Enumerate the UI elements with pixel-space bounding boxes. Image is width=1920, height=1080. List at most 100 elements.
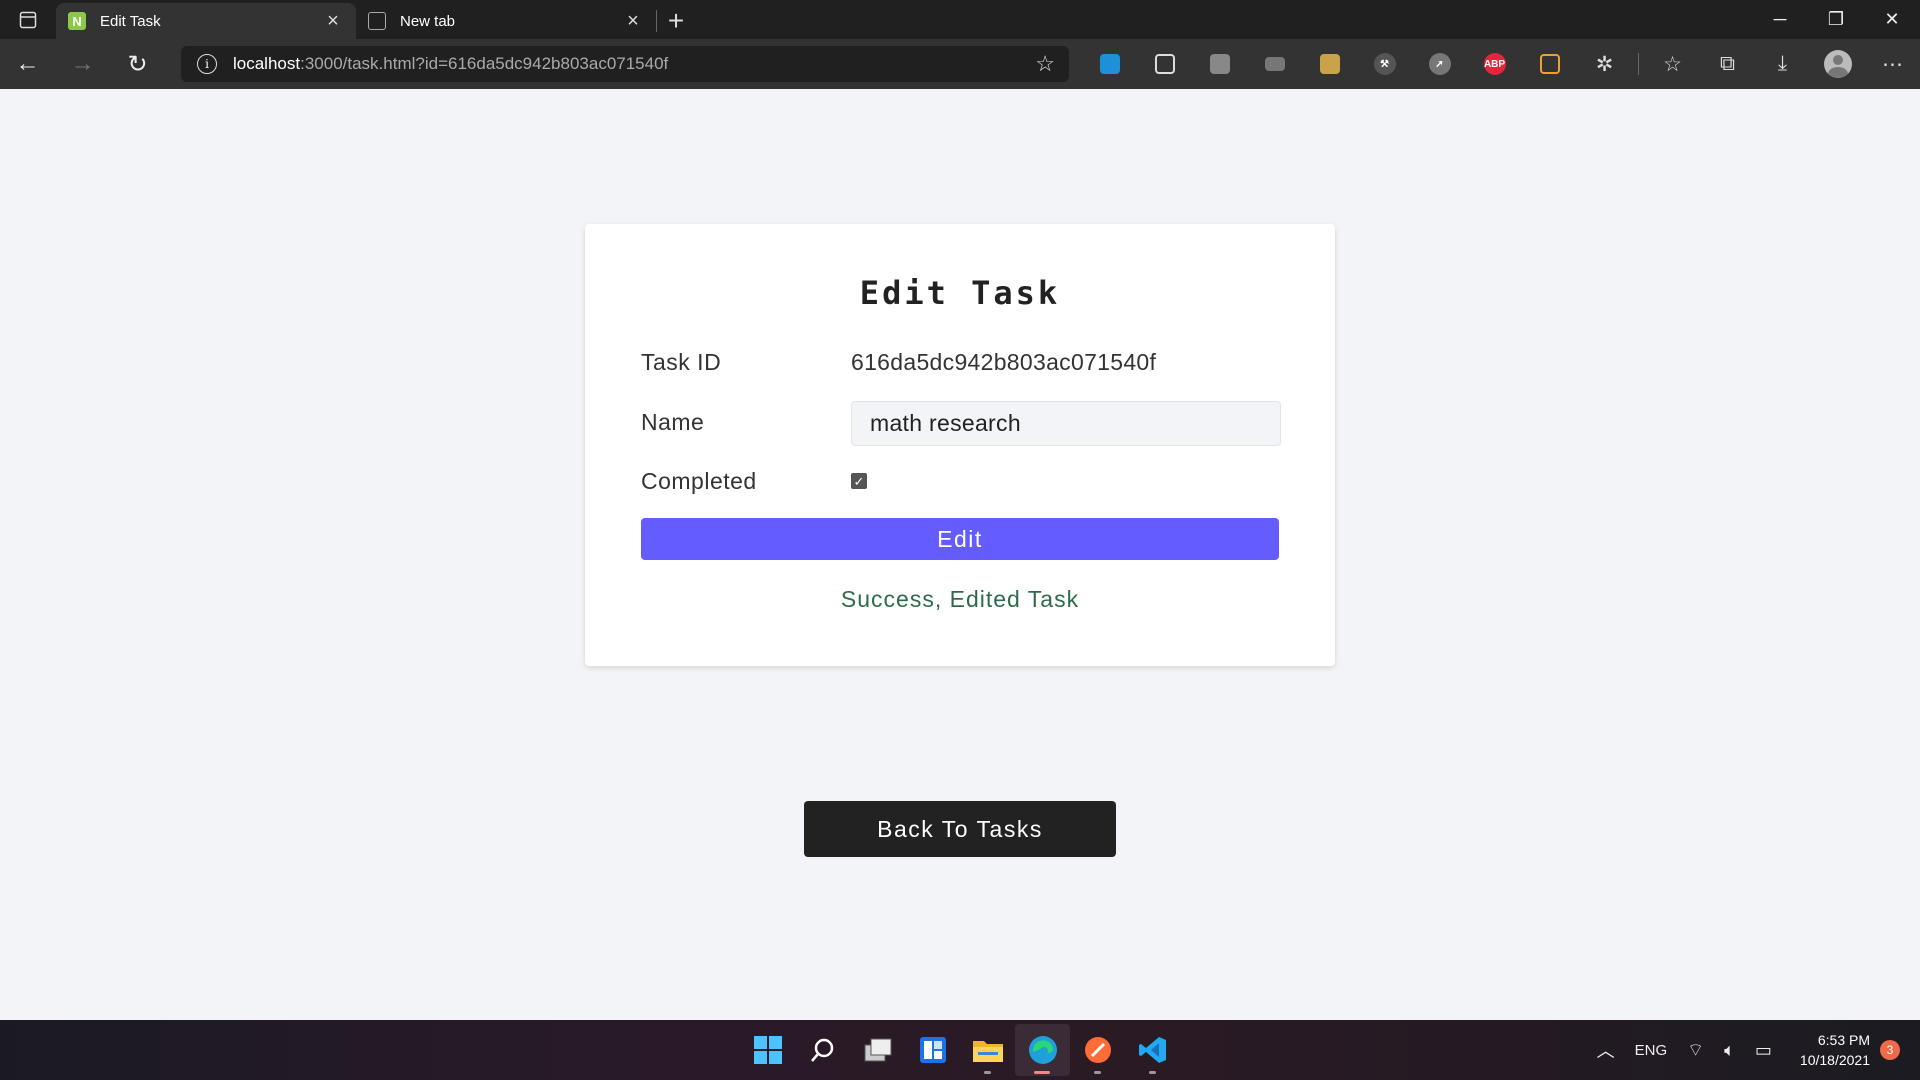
screenshot-icon xyxy=(1539,54,1560,74)
check-icon: ✓ xyxy=(853,473,865,489)
avatar xyxy=(1823,50,1852,78)
volume-icon[interactable]: 🔈︎ xyxy=(1724,1040,1735,1061)
edge-button[interactable] xyxy=(1015,1024,1070,1076)
restore-icon: ❐ xyxy=(1827,9,1845,29)
url-host: localhost xyxy=(233,54,301,73)
file-explorer-icon xyxy=(972,1041,1003,1062)
search-icon xyxy=(810,1038,833,1062)
docs-icon xyxy=(1209,54,1230,74)
adblock-icon: ABP xyxy=(1483,53,1506,75)
extension-compass-button[interactable]: ➚ xyxy=(1412,39,1467,89)
favorites-button[interactable]: ☆ xyxy=(1645,39,1700,89)
vscode-button[interactable] xyxy=(1125,1024,1180,1076)
edit-task-card: Edit Task Task ID 616da5dc942b803ac07154… xyxy=(585,224,1335,666)
clock-time: 6:53 PM xyxy=(1817,1032,1870,1048)
puzzle-icon: ✲ xyxy=(1595,52,1614,76)
search-button[interactable] xyxy=(795,1024,850,1076)
favorites-icon: ☆ xyxy=(1663,52,1682,76)
vscode-icon xyxy=(1138,1037,1166,1063)
profile-button[interactable] xyxy=(1810,39,1865,89)
edge-icon xyxy=(1028,1036,1057,1064)
more-icon: ⋯ xyxy=(1882,52,1903,76)
tab-title: New tab xyxy=(400,12,456,30)
tab-new-tab[interactable]: New tab × xyxy=(356,3,656,39)
address-bar[interactable]: i localhost:3000/task.html?id=616da5dc94… xyxy=(181,46,1069,82)
gift-icon xyxy=(1319,54,1340,74)
new-tab-favicon-icon xyxy=(368,12,386,30)
start-icon xyxy=(753,1036,782,1064)
start-button[interactable] xyxy=(740,1024,795,1076)
taskbar-apps xyxy=(740,1020,1180,1080)
name-label: Name xyxy=(641,409,705,435)
name-input[interactable] xyxy=(851,401,1281,446)
extension-share-button[interactable] xyxy=(1082,39,1137,89)
close-icon: ✕ xyxy=(1884,9,1900,29)
language-indicator[interactable]: ENG xyxy=(1635,1042,1668,1059)
url-path: :3000/task.html?id=616da5dc942b803ac0715… xyxy=(300,54,669,73)
extension-tool-button[interactable]: ⚒ xyxy=(1357,39,1412,89)
extension-docs-button[interactable] xyxy=(1192,39,1247,89)
completed-checkbox[interactable]: ✓ xyxy=(851,473,867,489)
close-tab-icon[interactable]: × xyxy=(622,10,644,33)
browser-tab-strip: N Edit Task × New tab × + ─ ❐ ✕ xyxy=(0,0,1920,39)
node-favicon-icon: N xyxy=(68,12,86,30)
wifi-icon[interactable]: ⌔ xyxy=(1687,1039,1704,1062)
widgets-button[interactable] xyxy=(905,1024,960,1076)
collections-icon: ⧉ xyxy=(1720,52,1735,75)
collections-button[interactable]: ⧉ xyxy=(1700,39,1755,89)
arrow-left-icon: ← xyxy=(15,50,40,77)
extension-gift-button[interactable] xyxy=(1302,39,1357,89)
extensions-menu-button[interactable]: ✲ xyxy=(1577,39,1632,89)
plus-icon: + xyxy=(667,5,685,36)
task-id-label: Task ID xyxy=(641,349,722,375)
completed-label: Completed xyxy=(641,468,757,494)
notification-badge[interactable]: 3 xyxy=(1880,1040,1900,1060)
extensions-bar: ⚒ ➚ ABP ✲ ☆ ⧉ ⤓ ⋯ xyxy=(1082,39,1920,89)
close-tab-icon[interactable]: × xyxy=(322,10,344,33)
battery-icon[interactable]: ▭ xyxy=(1755,1040,1772,1061)
tool-icon: ⚒ xyxy=(1373,53,1396,75)
downloads-button[interactable]: ⤓ xyxy=(1755,39,1810,89)
close-window-button[interactable]: ✕ xyxy=(1864,0,1920,39)
windows-taskbar: ︿ ENG ⌔ 🔈︎ ▭ 6:53 PM 10/18/2021 3 xyxy=(0,1020,1920,1080)
minimize-icon: ─ xyxy=(1773,9,1787,29)
download-icon: ⤓ xyxy=(1777,52,1788,75)
widgets-icon xyxy=(919,1037,946,1063)
file-explorer-button[interactable] xyxy=(960,1024,1015,1076)
postman-button[interactable] xyxy=(1070,1024,1125,1076)
task-id-value: 616da5dc942b803ac071540f xyxy=(851,349,1157,375)
task-view-button[interactable] xyxy=(850,1024,905,1076)
extension-cast-button[interactable] xyxy=(1247,39,1302,89)
extension-adblock-button[interactable]: ABP xyxy=(1467,39,1522,89)
back-nav-button[interactable]: ← xyxy=(0,39,55,89)
window-controls: ─ ❐ ✕ xyxy=(1752,0,1920,39)
refresh-icon: ↻ xyxy=(127,50,148,78)
minimize-button[interactable]: ─ xyxy=(1752,0,1808,39)
new-tab-button[interactable]: + xyxy=(657,3,695,39)
settings-menu-button[interactable]: ⋯ xyxy=(1865,39,1920,89)
share-icon xyxy=(1099,54,1120,74)
refresh-button[interactable]: ↻ xyxy=(110,39,165,89)
success-message: Success, Edited Task xyxy=(840,586,1080,612)
add-favorite-icon[interactable]: ☆ xyxy=(1035,51,1055,77)
system-tray: ︿ ENG ⌔ 🔈︎ ▭ 6:53 PM 10/18/2021 3 xyxy=(1587,1020,1900,1080)
cast-icon xyxy=(1264,57,1285,71)
extension-window-button[interactable] xyxy=(1137,39,1192,89)
compass-icon: ➚ xyxy=(1428,53,1451,75)
restore-button[interactable]: ❐ xyxy=(1808,0,1864,39)
clock[interactable]: 6:53 PM 10/18/2021 xyxy=(1800,1030,1870,1070)
chevron-up-icon[interactable]: ︿ xyxy=(1597,1037,1615,1063)
clock-date: 10/18/2021 xyxy=(1799,1052,1870,1068)
back-to-tasks-button[interactable]: Back To Tasks xyxy=(804,801,1116,857)
edit-button[interactable]: Edit xyxy=(641,518,1279,560)
tab-actions-button[interactable] xyxy=(0,0,56,39)
extension-screenshot-button[interactable] xyxy=(1522,39,1577,89)
tab-edit-task[interactable]: N Edit Task × xyxy=(56,3,356,39)
site-info-icon[interactable]: i xyxy=(197,54,217,74)
page-title: Edit Task xyxy=(859,274,1061,312)
tab-title: Edit Task xyxy=(100,12,161,30)
browser-toolbar: ← → ↻ i localhost:3000/task.html?id=616d… xyxy=(0,39,1920,89)
postman-icon xyxy=(1084,1037,1111,1063)
forward-nav-button[interactable]: → xyxy=(55,39,110,89)
task-view-icon xyxy=(864,1038,891,1062)
